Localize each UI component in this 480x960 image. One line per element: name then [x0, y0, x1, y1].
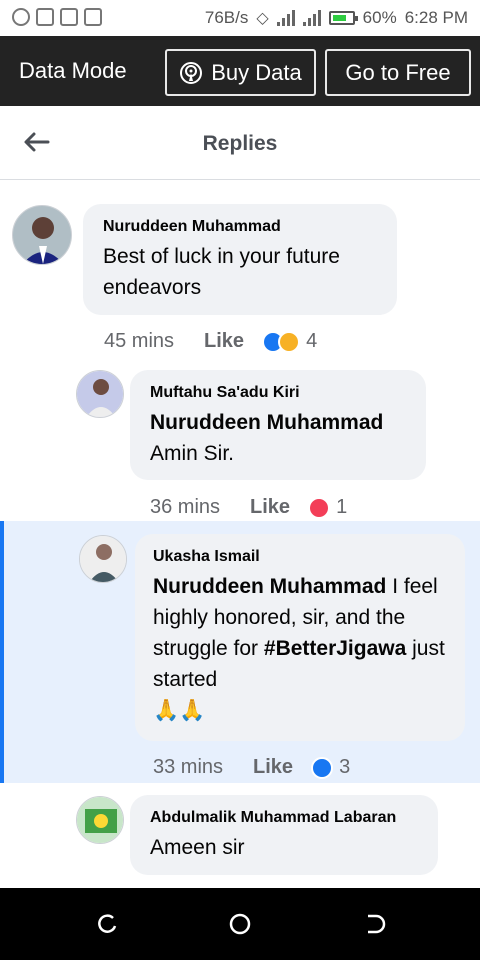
emoji: 🙏🙏 [153, 699, 206, 722]
like-button[interactable]: Like [253, 756, 293, 779]
comment-author[interactable]: Muftahu Sa'adu Kiri [150, 384, 406, 402]
buy-data-label: Buy Data [211, 59, 302, 85]
system-nav-bar [0, 888, 480, 960]
signal-icon-2 [302, 10, 321, 26]
comment-time[interactable]: 36 mins [150, 496, 220, 519]
network-speed: 76B/s [204, 8, 249, 27]
back-icon[interactable] [362, 912, 386, 936]
status-bar: 76B/s ◇ 60% 6:28 PM [0, 0, 480, 36]
buy-data-button[interactable]: Buy Data [165, 49, 316, 96]
comment-bubble[interactable]: Muftahu Sa'adu Kiri Nuruddeen Muhammad A… [130, 370, 426, 480]
comment-bubble[interactable]: Nuruddeen Muhammad Best of luck in your … [83, 204, 397, 315]
activity-icon [84, 8, 102, 26]
upload-icon [12, 8, 30, 26]
comment-bubble[interactable]: Abdulmalik Muhammad Labaran Ameen sir [130, 795, 438, 875]
page-header: Replies [0, 106, 480, 180]
reaction-count[interactable]: 4 [306, 330, 317, 353]
comment-meta: 36 mins Like 1 [150, 496, 347, 519]
comment-text: Best of luck in your future endeavors [103, 245, 340, 299]
comment-text: Ameen sir [150, 836, 245, 859]
home-icon[interactable] [228, 912, 252, 936]
notification-icons [12, 8, 102, 26]
recent-apps-icon[interactable] [95, 912, 119, 936]
gmail-icon [36, 8, 54, 26]
comment-bubble[interactable]: Ukasha Ismail Nuruddeen Muhammad I feel … [135, 534, 465, 741]
reaction-count[interactable]: 3 [339, 756, 350, 779]
data-mode-title: Data Mode [19, 58, 127, 83]
go-to-free-button[interactable]: Go to Free [325, 49, 471, 96]
comment-meta: 33 mins Like 3 [153, 756, 350, 779]
mention-tag[interactable]: Nuruddeen Muhammad [150, 411, 383, 434]
signal-icon [276, 10, 295, 26]
data-mode-bar: Data Mode Buy Data Go to Free [0, 36, 480, 106]
comment-text: Nuruddeen Muhammad I feel highly honored… [153, 571, 447, 695]
mention-tag[interactable]: Nuruddeen Muhammad [153, 575, 386, 598]
comment-author[interactable]: Ukasha Ismail [153, 548, 447, 566]
comment-time[interactable]: 33 mins [153, 756, 223, 779]
like-reaction-icon[interactable] [311, 756, 334, 779]
go-to-free-label: Go to Free [345, 59, 451, 85]
avatar[interactable] [12, 205, 72, 265]
reaction-count[interactable]: 1 [336, 496, 347, 519]
page-title: Replies [202, 132, 278, 155]
avatar[interactable] [76, 370, 124, 418]
battery-level: 60% [362, 8, 397, 27]
status-right: 76B/s ◇ 60% 6:28 PM [205, 8, 468, 28]
like-button[interactable]: Like [250, 496, 290, 519]
battery-icon [328, 11, 358, 25]
broadcast-icon [180, 61, 203, 84]
like-button[interactable]: Like [204, 330, 244, 353]
love-reaction-icon[interactable] [308, 496, 331, 519]
comment-text: Amin Sir. [150, 442, 235, 465]
vibrate-icon: ◇ [256, 10, 269, 27]
avatar[interactable] [76, 796, 124, 844]
comment-author[interactable]: Nuruddeen Muhammad [103, 218, 377, 236]
profile-photo [77, 371, 123, 417]
avatar[interactable] [79, 535, 127, 583]
comment-author[interactable]: Abdulmalik Muhammad Labaran [150, 809, 418, 827]
profile-photo [80, 536, 126, 582]
care-reaction-icon[interactable] [278, 330, 301, 353]
comment-time[interactable]: 45 mins [104, 330, 174, 353]
gallery-icon [60, 8, 78, 26]
comment-meta: 45 mins Like 4 [104, 330, 317, 353]
profile-photo [13, 206, 71, 264]
clock: 6:28 PM [404, 8, 468, 27]
profile-photo [77, 797, 123, 843]
hashtag-link[interactable]: #BetterJigawa [264, 637, 406, 660]
